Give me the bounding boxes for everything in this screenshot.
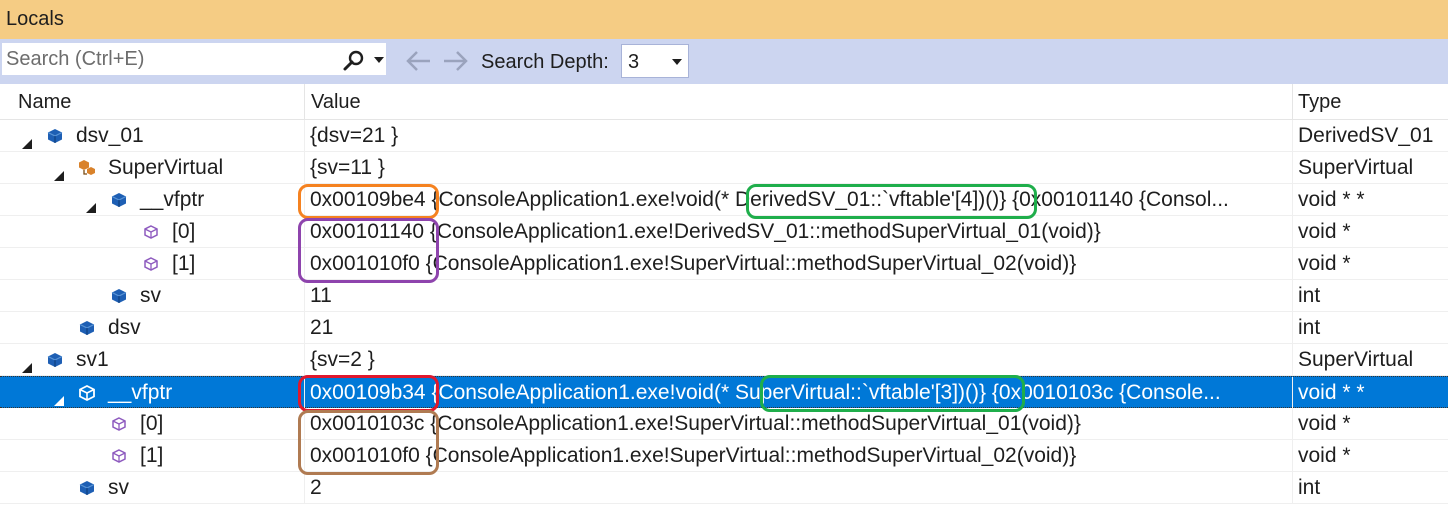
- tree-row[interactable]: SuperVirtual {sv=11 } SuperVirtual: [0, 152, 1448, 184]
- tree-row[interactable]: sv 11 int: [0, 280, 1448, 312]
- type-cell: SuperVirtual: [1292, 344, 1448, 376]
- tree-row[interactable]: dsv_01 {dsv=21 } DerivedSV_01: [0, 120, 1448, 152]
- name-cell: SuperVirtual: [0, 152, 304, 184]
- variable-name: __vfptr: [108, 381, 173, 404]
- column-header-value[interactable]: Value: [304, 84, 1292, 120]
- variable-name: [1]: [172, 252, 196, 275]
- name-cell: __vfptr: [0, 184, 304, 216]
- search-box[interactable]: [1, 42, 387, 76]
- value-cell[interactable]: 0x00109b34 {ConsoleApplication1.exe!void…: [304, 377, 1292, 409]
- chevron-down-icon: [672, 59, 682, 65]
- tree-row[interactable]: sv 2 int: [0, 472, 1448, 504]
- collapse-triangle-icon[interactable]: [22, 131, 32, 149]
- tree-row[interactable]: [1] 0x001010f0 {ConsoleApplication1.exe!S…: [0, 440, 1448, 472]
- value-cell[interactable]: {sv=11 }: [304, 152, 1292, 184]
- name-cell: dsv: [0, 312, 304, 344]
- variable-name: dsv: [108, 316, 141, 339]
- variable-name: SuperVirtual: [108, 156, 224, 179]
- collapse-triangle-icon[interactable]: [54, 163, 64, 181]
- variable-name: [1]: [140, 444, 164, 467]
- tree-row[interactable]: [0] 0x0010103c {ConsoleApplication1.exe!S…: [0, 408, 1448, 440]
- field-icon: [110, 287, 128, 305]
- pointer-icon: [142, 255, 160, 273]
- window-title: Locals: [6, 8, 64, 30]
- column-header: Name Value Type: [0, 84, 1448, 120]
- column-header-type[interactable]: Type: [1292, 84, 1448, 120]
- type-cell: void *: [1292, 216, 1448, 248]
- search-depth-select[interactable]: 3: [621, 44, 689, 78]
- type-cell: void *: [1292, 440, 1448, 472]
- variable-name: sv: [108, 476, 129, 499]
- type-cell: DerivedSV_01: [1292, 120, 1448, 152]
- pointer-icon: [110, 415, 128, 433]
- search-depth-value: 3: [628, 51, 640, 73]
- value-cell[interactable]: 0x001010f0 {ConsoleApplication1.exe!Supe…: [304, 248, 1292, 280]
- variable-name: [0]: [140, 412, 164, 435]
- variable-name: sv: [140, 284, 161, 307]
- name-cell: __vfptr: [0, 377, 304, 409]
- name-cell: [1]: [0, 248, 304, 280]
- column-header-name[interactable]: Name: [18, 84, 304, 120]
- tree-row[interactable]: sv1 {sv=2 } SuperVirtual: [0, 344, 1448, 376]
- pointer-icon: [142, 223, 160, 241]
- tool-window-title-bar: Locals: [0, 0, 1448, 39]
- type-cell: int: [1292, 312, 1448, 344]
- search-icon[interactable]: [342, 49, 366, 73]
- name-cell: sv: [0, 280, 304, 312]
- value-cell[interactable]: 0x001010f0 {ConsoleApplication1.exe!Supe…: [304, 440, 1292, 472]
- name-cell: sv: [0, 472, 304, 504]
- arrow-right-icon[interactable]: [442, 50, 470, 72]
- value-cell[interactable]: 11: [304, 280, 1292, 312]
- variable-name: [0]: [172, 220, 196, 243]
- pointer-icon: [110, 447, 128, 465]
- variable-name: sv1: [76, 348, 109, 371]
- value-cell[interactable]: 0x00109be4 {ConsoleApplication1.exe!void…: [304, 184, 1292, 216]
- arrow-left-icon[interactable]: [404, 50, 432, 72]
- tree-row[interactable]: [1] 0x001010f0 {ConsoleApplication1.exe!S…: [0, 248, 1448, 280]
- collapse-triangle-icon[interactable]: [54, 388, 64, 406]
- value-cell[interactable]: {sv=2 }: [304, 344, 1292, 376]
- locals-toolbar: Search Depth: 3: [0, 39, 1448, 84]
- value-cell[interactable]: 0x00101140 {ConsoleApplication1.exe!Deri…: [304, 216, 1292, 248]
- tree-row[interactable]: __vfptr 0x00109be4 {ConsoleApplication1.e…: [0, 184, 1448, 216]
- type-cell: void *: [1292, 408, 1448, 440]
- type-cell: void * *: [1292, 377, 1448, 409]
- tree-row[interactable]: [0] 0x00101140 {ConsoleApplication1.exe!D…: [0, 216, 1448, 248]
- field-icon: [78, 479, 96, 497]
- type-cell: void *: [1292, 248, 1448, 280]
- collapse-triangle-icon[interactable]: [22, 355, 32, 373]
- name-cell: sv1: [0, 344, 304, 376]
- type-cell: SuperVirtual: [1292, 152, 1448, 184]
- search-input[interactable]: [6, 46, 326, 72]
- search-depth-label: Search Depth:: [481, 51, 609, 73]
- value-cell[interactable]: {dsv=21 }: [304, 120, 1292, 152]
- object-icon: [46, 351, 64, 369]
- chevron-down-icon[interactable]: [374, 57, 384, 63]
- type-cell: int: [1292, 472, 1448, 504]
- object-icon: [46, 127, 64, 145]
- base-class-icon: [78, 159, 96, 177]
- tree-row[interactable]: __vfptr 0x00109b34 {ConsoleApplication1.e…: [0, 376, 1448, 409]
- name-cell: dsv_01: [0, 120, 304, 152]
- collapse-triangle-icon[interactable]: [86, 195, 96, 213]
- tree-row[interactable]: dsv 21 int: [0, 312, 1448, 344]
- field-icon: [78, 384, 96, 402]
- value-cell[interactable]: 2: [304, 472, 1292, 504]
- field-icon: [110, 191, 128, 209]
- name-cell: [0]: [0, 408, 304, 440]
- name-cell: [0]: [0, 216, 304, 248]
- variable-name: __vfptr: [140, 188, 205, 211]
- field-icon: [78, 319, 96, 337]
- type-cell: int: [1292, 280, 1448, 312]
- value-cell[interactable]: 21: [304, 312, 1292, 344]
- variable-name: dsv_01: [76, 124, 144, 147]
- type-cell: void * *: [1292, 184, 1448, 216]
- name-cell: [1]: [0, 440, 304, 472]
- value-cell[interactable]: 0x0010103c {ConsoleApplication1.exe!Supe…: [304, 408, 1292, 440]
